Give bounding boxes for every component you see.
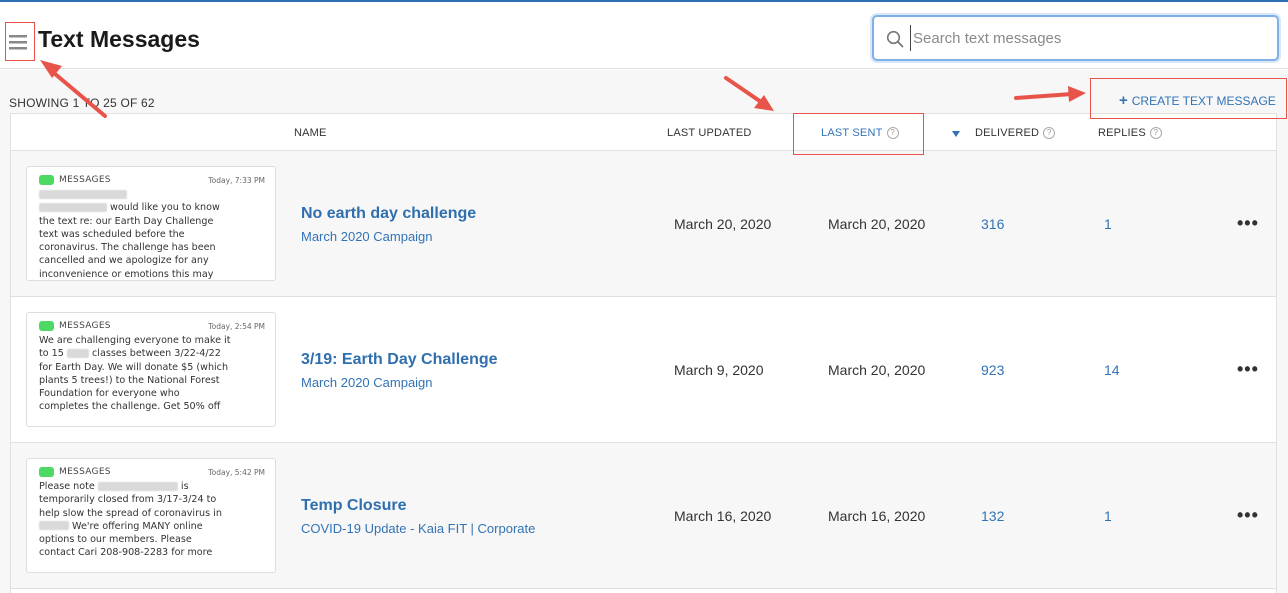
column-last-updated-label: LAST UPDATED [667, 127, 752, 139]
column-name-label: NAME [294, 127, 327, 139]
delivered-link[interactable]: 132 [981, 508, 1004, 524]
preview-body: Please note is temporarily closed from 3… [39, 480, 265, 560]
main-content: SHOWING 1 TO 25 OF 62 + CREATE TEXT MESS… [0, 70, 1288, 593]
create-text-message-label: CREATE TEXT MESSAGE [1131, 94, 1276, 108]
help-icon[interactable]: ? [1149, 127, 1162, 139]
campaign-link[interactable]: March 2020 Campaign [301, 229, 433, 244]
message-preview[interactable]: MESSAGES Today, 2:54 PM We are challengi… [26, 312, 276, 427]
preview-line: coronavirus. The challenge has been [39, 242, 216, 254]
preview-header: MESSAGES Today, 7:33 PM [39, 173, 265, 187]
message-preview[interactable]: MESSAGES Today, 5:42 PM Please note is t… [26, 458, 276, 573]
search-input[interactable] [910, 25, 1270, 51]
table-header: NAME LAST UPDATED LAST SENT ? DELIVERED … [11, 114, 1276, 151]
delivered-link[interactable]: 316 [981, 216, 1004, 232]
column-header-name[interactable]: NAME [294, 127, 327, 139]
last-updated-cell: March 16, 2020 [674, 508, 772, 524]
hamburger-icon [8, 35, 27, 50]
last-sent-cell: March 20, 2020 [828, 216, 926, 232]
redacted-text [66, 348, 89, 358]
preview-header: MESSAGES Today, 5:42 PM [39, 465, 265, 479]
table-row[interactable]: MESSAGES Today, 5:42 PM Please note is t… [11, 443, 1276, 589]
pagination-summary: SHOWING 1 TO 25 OF 62 [9, 96, 155, 110]
preview-line: We're offering MANY online [69, 520, 203, 532]
help-icon[interactable]: ? [886, 127, 899, 139]
hamburger-menu-button[interactable] [6, 23, 29, 61]
preview-line: would like you to know [107, 202, 220, 214]
more-options-icon[interactable]: ••• [1237, 505, 1259, 526]
message-preview[interactable]: MESSAGES Today, 7:33 PM would like you t… [26, 166, 276, 281]
replies-link[interactable]: 1 [1104, 508, 1112, 524]
last-sent-cell: March 20, 2020 [828, 362, 926, 378]
column-delivered-label: DELIVERED [975, 127, 1040, 139]
preview-body: We are challenging everyone to make it t… [39, 334, 265, 414]
create-text-message-button[interactable]: + CREATE TEXT MESSAGE [1119, 92, 1276, 109]
message-title-link[interactable]: 3/19: Earth Day Challenge [301, 351, 498, 369]
column-header-last-updated[interactable]: LAST UPDATED [667, 127, 752, 139]
preview-line: completes the challenge. Get 50% off [39, 401, 221, 413]
preview-header: MESSAGES Today, 2:54 PM [39, 319, 265, 333]
sort-descending-icon[interactable] [952, 131, 960, 137]
search-box[interactable] [872, 15, 1279, 61]
messages-app-icon [39, 321, 54, 331]
preview-time: Today, 2:54 PM [208, 321, 265, 331]
replies-link[interactable]: 1 [1104, 216, 1112, 232]
message-title-link[interactable]: Temp Closure [301, 497, 407, 515]
more-options-icon[interactable]: ••• [1237, 213, 1259, 234]
preview-line: classes between 3/22-4/22 [88, 348, 221, 360]
messages-app-icon [39, 467, 54, 477]
preview-line: text was scheduled before the [39, 228, 185, 240]
preview-body: would like you to know the text re: our … [39, 188, 265, 280]
replies-link[interactable]: 14 [1104, 362, 1120, 378]
search-icon [886, 30, 904, 48]
help-icon[interactable]: ? [1043, 127, 1056, 139]
plus-icon: + [1119, 92, 1128, 109]
table-row[interactable]: MESSAGES Today, 7:33 PM would like you t… [11, 151, 1276, 297]
redacted-text [39, 521, 69, 531]
preview-line: Please note [39, 481, 98, 492]
preview-line: plants 5 trees!) to the National Forest [39, 374, 220, 386]
preview-line: help slow the spread of coronavirus in [39, 507, 222, 519]
column-header-delivered[interactable]: DELIVERED ? [975, 127, 1056, 139]
messages-app-icon [39, 175, 54, 185]
preview-line: cancelled and we apologize for any [39, 255, 209, 267]
preview-line: We are challenging everyone to make it [39, 335, 231, 346]
preview-time: Today, 5:42 PM [208, 467, 265, 477]
preview-line: the text re: our Earth Day Challenge [39, 215, 214, 227]
preview-line: temporarily closed from 3/17-3/24 to [39, 494, 217, 506]
redacted-text [97, 481, 178, 491]
campaign-link[interactable]: COVID-19 Update - Kaia FIT | Corporate [301, 521, 535, 536]
redacted-text [39, 189, 127, 199]
preview-line: Foundation for everyone who [39, 388, 180, 400]
redacted-text [39, 202, 107, 212]
delivered-link[interactable]: 923 [981, 362, 1004, 378]
preview-line: options to our members. Please [39, 534, 192, 546]
preview-time: Today, 7:33 PM [208, 175, 265, 185]
preview-line: contact Cari 208-908-2283 for more [39, 547, 213, 559]
preview-app-name: MESSAGES [59, 321, 111, 331]
preview-line: is [177, 481, 189, 492]
message-title-link[interactable]: No earth day challenge [301, 205, 476, 223]
preview-line: to 15 [39, 348, 67, 360]
campaign-link[interactable]: March 2020 Campaign [301, 375, 433, 390]
preview-app-name: MESSAGES [59, 175, 111, 185]
page-header: Text Messages [0, 2, 1288, 69]
preview-app-name: MESSAGES [59, 467, 111, 477]
column-header-replies[interactable]: REPLIES ? [1098, 127, 1162, 139]
last-sent-cell: March 16, 2020 [828, 508, 926, 524]
last-updated-cell: March 9, 2020 [674, 362, 764, 378]
messages-table: NAME LAST UPDATED LAST SENT ? DELIVERED … [10, 113, 1277, 593]
last-updated-cell: March 20, 2020 [674, 216, 772, 232]
column-last-sent-label: LAST SENT [821, 127, 883, 139]
more-options-icon[interactable]: ••• [1237, 359, 1259, 380]
column-header-last-sent[interactable]: LAST SENT ? [821, 127, 899, 139]
preview-line: inconvenience or emotions this may [39, 268, 214, 280]
page-title: Text Messages [38, 26, 200, 52]
column-replies-label: REPLIES [1098, 127, 1146, 139]
preview-line: for Earth Day. We will donate $5 (which [39, 361, 229, 373]
table-row[interactable]: MESSAGES Today, 2:54 PM We are challengi… [11, 297, 1276, 443]
